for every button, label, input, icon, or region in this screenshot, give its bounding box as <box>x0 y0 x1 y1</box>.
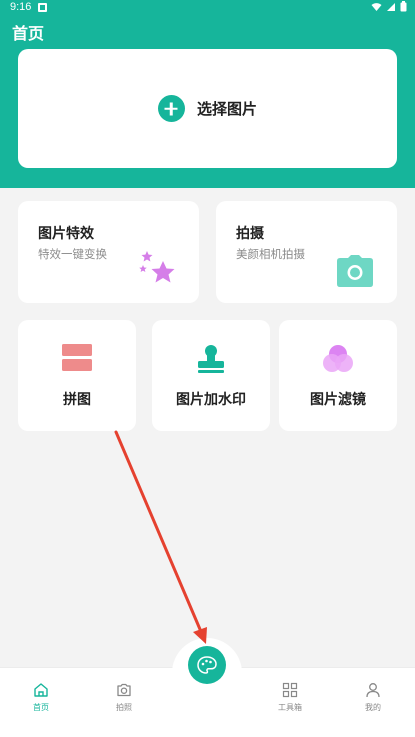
stamp-icon <box>198 345 224 373</box>
puzzle-label: 拼图 <box>63 392 91 408</box>
grid-icon <box>282 682 298 698</box>
image-effects-title: 图片特效 <box>38 226 94 242</box>
filter-label: 图片滤镜 <box>310 392 366 408</box>
status-time: 9:16 <box>10 1 32 13</box>
puzzle-icon <box>62 344 92 371</box>
nav-photo[interactable]: 拍照 <box>94 682 154 713</box>
nav-tools[interactable]: 工具箱 <box>260 682 320 713</box>
home-icon <box>34 683 48 697</box>
filter-circles-icon <box>323 345 353 372</box>
shoot-title: 拍摄 <box>236 226 264 242</box>
shoot-card[interactable]: 拍摄 美颜相机拍摄 <box>216 201 397 303</box>
stars-icon <box>139 251 175 283</box>
nav-home-label: 首页 <box>33 703 49 712</box>
camera-icon <box>337 255 373 287</box>
nav-home[interactable]: 首页 <box>11 682 71 713</box>
signal-icon <box>387 2 395 11</box>
filter-card[interactable]: 图片滤镜 <box>279 320 397 431</box>
palette-fab-button[interactable] <box>188 646 226 684</box>
shoot-subtitle: 美颜相机拍摄 <box>236 247 305 261</box>
camera-outline-icon <box>117 683 131 697</box>
image-effects-card[interactable]: 图片特效 特效一键变换 <box>18 201 199 303</box>
select-image-label: 选择图片 <box>196 100 257 118</box>
wifi-icon <box>371 2 382 11</box>
status-icons <box>371 1 407 12</box>
nav-photo-label: 拍照 <box>116 703 132 712</box>
image-effects-subtitle: 特效一键变换 <box>38 247 107 261</box>
user-icon <box>366 683 380 698</box>
watermark-label: 图片加水印 <box>176 392 246 408</box>
palette-icon <box>197 656 217 674</box>
status-bar: 9:16 <box>0 0 415 16</box>
nav-tools-label: 工具箱 <box>278 703 302 712</box>
nav-mine-label: 我的 <box>365 703 381 712</box>
notification-icon <box>38 3 47 12</box>
watermark-card[interactable]: 图片加水印 <box>152 320 270 431</box>
nav-mine[interactable]: 我的 <box>343 682 403 713</box>
battery-icon <box>400 1 407 12</box>
puzzle-card[interactable]: 拼图 <box>18 320 136 431</box>
plus-icon <box>157 95 185 122</box>
page-title: 首页 <box>12 24 45 43</box>
select-image-button[interactable]: 选择图片 <box>18 49 397 168</box>
